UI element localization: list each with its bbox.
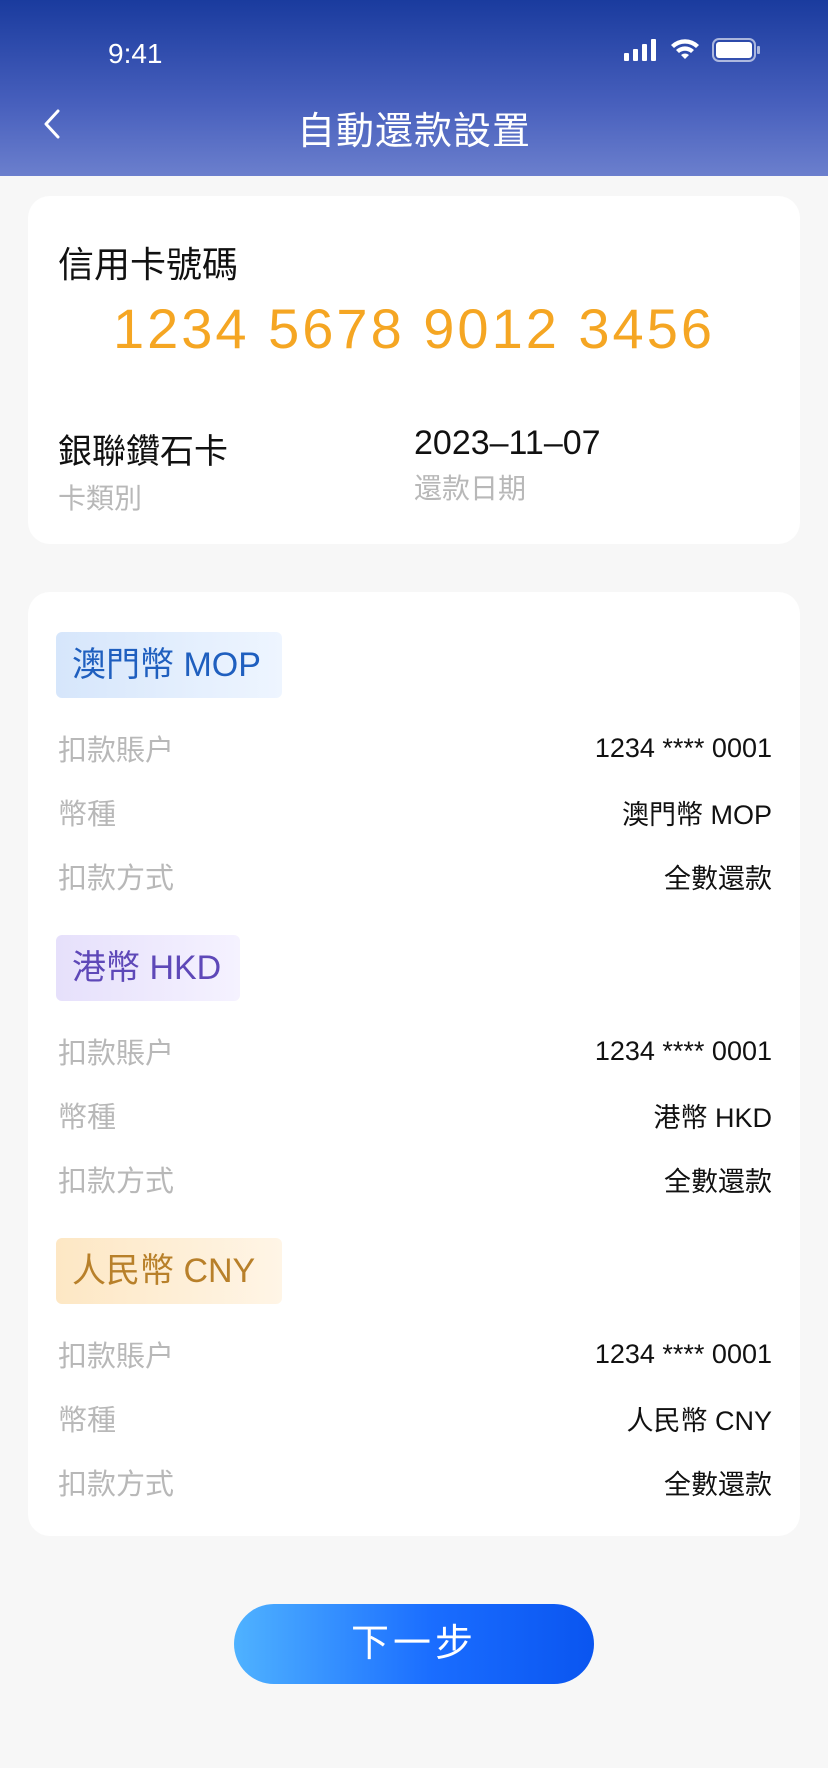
- status-icons: [624, 38, 760, 62]
- debit-account-value: 1234 **** 0001: [594, 1338, 772, 1369]
- currency-value: 港幣 HKD: [653, 1102, 772, 1133]
- debit-account-label: 扣款賬户: [58, 1038, 175, 1070]
- debit-method-value: 全數還款: [664, 1469, 772, 1500]
- card-type-value: 銀聯鑽石卡: [58, 433, 228, 471]
- card-type-label: 卡類別: [58, 483, 143, 514]
- currency-settings-panel: 澳門幣 MOP 扣款賬户 1234 **** 0001 幣種 澳門幣 MOP 扣…: [28, 592, 800, 1536]
- card-number-label: 信用卡號碼: [58, 244, 239, 285]
- debit-method-label: 扣款方式: [58, 863, 175, 895]
- repay-date-block: 2023–11–07 還款日期: [414, 424, 601, 507]
- currency-section-hkd: 港幣 HKD 扣款賬户 1234 **** 0001 幣種 港幣 HKD 扣款方…: [56, 935, 772, 1211]
- debit-account-label: 扣款賬户: [58, 735, 175, 767]
- card-number: 1234 5678 9012 3456: [113, 297, 715, 360]
- debit-method-row[interactable]: 扣款方式 全數還款: [56, 844, 772, 908]
- wifi-icon: [671, 39, 699, 59]
- debit-method-row[interactable]: 扣款方式 全數還款: [56, 1450, 772, 1514]
- signal-icon: [624, 39, 656, 61]
- page-title: 自動還款設置: [296, 111, 531, 153]
- repay-date-value: 2023–11–07: [414, 424, 601, 462]
- repay-date-label: 還款日期: [414, 473, 527, 504]
- currency-label: 幣種: [58, 799, 117, 831]
- debit-account-label: 扣款賬户: [58, 1341, 175, 1373]
- currency-row[interactable]: 幣種 澳門幣 MOP: [56, 780, 772, 844]
- card-type-block: 銀聯鑽石卡 卡類別: [58, 424, 228, 517]
- app-header: 9:41 自動還款設置: [0, 0, 828, 176]
- debit-account-row[interactable]: 扣款賬户 1234 **** 0001: [56, 1019, 772, 1083]
- currency-tag-mop: 澳門幣 MOP: [56, 632, 282, 698]
- debit-account-row[interactable]: 扣款賬户 1234 **** 0001: [56, 716, 772, 780]
- debit-method-row[interactable]: 扣款方式 全數還款: [56, 1147, 772, 1211]
- currency-section-mop: 澳門幣 MOP 扣款賬户 1234 **** 0001 幣種 澳門幣 MOP 扣…: [56, 632, 772, 908]
- battery-icon: [712, 38, 760, 62]
- next-button[interactable]: 下一步: [234, 1604, 594, 1684]
- debit-account-row[interactable]: 扣款賬户 1234 **** 0001: [56, 1322, 772, 1386]
- currency-section-cny: 人民幣 CNY 扣款賬户 1234 **** 0001 幣種 人民幣 CNY 扣…: [56, 1238, 772, 1514]
- currency-tag-hkd: 港幣 HKD: [56, 935, 240, 1001]
- debit-method-value: 全數還款: [664, 1166, 772, 1197]
- currency-tag-cny: 人民幣 CNY: [56, 1238, 282, 1304]
- currency-value: 澳門幣 MOP: [621, 799, 772, 830]
- debit-account-value: 1234 **** 0001: [594, 1035, 772, 1066]
- debit-account-value: 1234 **** 0001: [594, 732, 772, 763]
- currency-label: 幣種: [58, 1102, 117, 1134]
- currency-row[interactable]: 幣種 港幣 HKD: [56, 1083, 772, 1147]
- currency-label: 幣種: [58, 1405, 117, 1437]
- debit-method-value: 全數還款: [664, 863, 772, 894]
- currency-row[interactable]: 幣種 人民幣 CNY: [56, 1386, 772, 1450]
- currency-value: 人民幣 CNY: [626, 1405, 772, 1436]
- card-info-panel: 信用卡號碼 1234 5678 9012 3456 銀聯鑽石卡 卡類別 2023…: [28, 196, 800, 544]
- debit-method-label: 扣款方式: [58, 1469, 175, 1501]
- debit-method-label: 扣款方式: [58, 1166, 175, 1198]
- status-time: 9:41: [108, 38, 163, 69]
